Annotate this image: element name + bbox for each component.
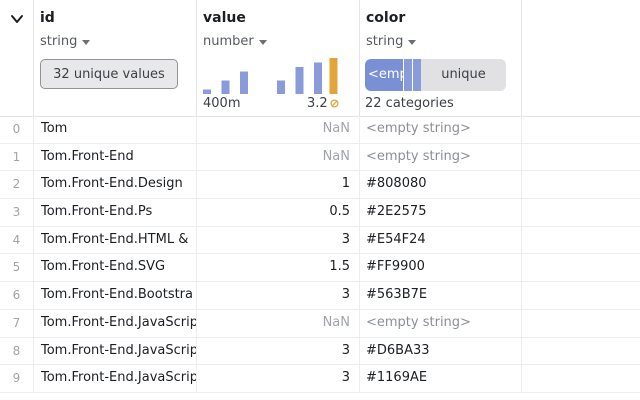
value-cell[interactable]: 1 xyxy=(197,171,360,199)
empty-cell xyxy=(522,310,640,337)
column-type-dropdown[interactable]: number xyxy=(203,34,267,49)
table-row[interactable]: 8 Tom.Front-End.JavaScrip 3 #D6BA33 xyxy=(0,337,640,366)
table-row[interactable]: 7 Tom.Front-End.JavaScrip NaN <empty string… xyxy=(0,309,640,338)
row-index-cell: 2 xyxy=(0,171,34,199)
id-cell[interactable]: Tom.Front-End.HTML & xyxy=(34,226,197,254)
histogram-bar[interactable] xyxy=(240,71,248,95)
unique-values-button[interactable]: 32 unique values xyxy=(40,59,178,89)
histogram-bar[interactable] xyxy=(329,58,338,94)
empty-cell xyxy=(522,116,640,143)
row-index-cell: 1 xyxy=(0,143,34,171)
color-cell[interactable]: <empty string> xyxy=(360,143,522,171)
column-name[interactable]: value xyxy=(203,10,246,26)
row-index-cell: 8 xyxy=(0,337,34,365)
value-histogram[interactable] xyxy=(203,56,343,94)
empty-cell xyxy=(522,171,640,198)
category-bar[interactable]: <empty string> unique xyxy=(365,59,506,91)
color-cell[interactable]: <empty string> xyxy=(360,309,522,337)
histogram-bar[interactable] xyxy=(314,62,322,95)
column-header-id[interactable]: id string 32 unique values xyxy=(34,0,197,116)
value-cell[interactable]: 0.5 xyxy=(197,199,360,226)
empty-cell xyxy=(522,365,640,392)
column-type-label: number xyxy=(203,34,254,49)
column-name[interactable]: color xyxy=(366,10,405,26)
table-row[interactable]: 4 Tom.Front-End.HTML & 3 #E54F24 xyxy=(0,226,640,255)
histogram-bar[interactable] xyxy=(203,89,211,95)
color-cell[interactable]: #E54F24 xyxy=(360,226,522,254)
column-type-label: string xyxy=(366,34,404,49)
id-cell[interactable]: Tom.Front-End.JavaScrip xyxy=(34,337,197,365)
collapse-header[interactable] xyxy=(0,0,34,116)
table-row[interactable]: 3 Tom.Front-End.Ps 0.5 #2E2575 xyxy=(0,199,640,227)
color-cell[interactable]: #1169AE xyxy=(360,365,522,392)
color-cell[interactable]: #563B7E xyxy=(360,282,522,309)
row-index-cell: 7 xyxy=(0,309,34,337)
value-cell[interactable]: NaN xyxy=(197,143,360,171)
table-row[interactable]: 6 Tom.Front-End.Bootstra 3 #563B7E xyxy=(0,282,640,310)
empty-cell xyxy=(522,227,640,254)
table-row[interactable]: 2 Tom.Front-End.Design 1 #808080 xyxy=(0,171,640,200)
caret-down-icon xyxy=(82,39,91,45)
color-cell[interactable]: <empty string> xyxy=(360,116,522,143)
table-row[interactable]: 1 Tom.Front-End NaN <empty string> xyxy=(0,143,640,172)
histogram-min-label: 400m xyxy=(203,96,241,111)
row-index-cell: 0 xyxy=(0,116,34,143)
column-header-value[interactable]: value number 400m 3.2 xyxy=(197,0,360,116)
value-cell[interactable]: 3 xyxy=(197,365,360,392)
empty-cell xyxy=(522,144,640,171)
id-cell[interactable]: Tom.Front-End.Design xyxy=(34,171,197,199)
color-cell[interactable]: #D6BA33 xyxy=(360,337,522,365)
table-header: id string 32 unique values value number … xyxy=(0,0,640,117)
value-cell[interactable]: 1.5 xyxy=(197,254,360,282)
color-cell[interactable]: #FF9900 xyxy=(360,254,522,282)
id-cell[interactable]: Tom.Front-End.Ps xyxy=(34,199,197,226)
data-table: id string 32 unique values value number … xyxy=(0,0,640,400)
value-cell[interactable]: NaN xyxy=(197,309,360,337)
id-cell[interactable]: Tom xyxy=(34,116,197,143)
column-name[interactable]: id xyxy=(40,10,55,26)
category-segment[interactable] xyxy=(412,59,421,91)
histogram-max-label: 3.2 xyxy=(307,96,328,111)
column-type-dropdown[interactable]: string xyxy=(40,34,91,49)
row-index-cell: 3 xyxy=(0,199,34,226)
value-cell[interactable]: NaN xyxy=(197,116,360,143)
empty-header-area xyxy=(522,0,640,116)
chevron-down-icon[interactable] xyxy=(10,12,24,26)
table-row[interactable]: 9 Tom.Front-End.JavaScrip 3 #1169AE xyxy=(0,365,640,393)
color-cell[interactable]: #808080 xyxy=(360,171,522,199)
empty-cell xyxy=(522,282,640,309)
caret-down-icon xyxy=(258,39,267,45)
empty-cell xyxy=(522,199,640,226)
value-cell[interactable]: 3 xyxy=(197,337,360,365)
histogram-bar[interactable] xyxy=(295,67,304,94)
row-index-cell: 4 xyxy=(0,226,34,254)
table-row[interactable]: 5 Tom.Front-End.SVG 1.5 #FF9900 xyxy=(0,254,640,283)
row-index-cell: 6 xyxy=(0,282,34,309)
row-index-cell: 9 xyxy=(0,365,34,392)
id-cell[interactable]: Tom.Front-End.Bootstra xyxy=(34,282,197,309)
id-cell[interactable]: Tom.Front-End.SVG xyxy=(34,254,197,282)
empty-cell xyxy=(522,254,640,281)
id-cell[interactable]: Tom.Front-End.JavaScrip xyxy=(34,309,197,337)
histogram-bar[interactable] xyxy=(221,80,230,95)
category-segment-top[interactable]: <empty string> xyxy=(365,59,403,91)
value-cell[interactable]: 3 xyxy=(197,282,360,309)
category-segment-unique[interactable]: unique xyxy=(421,59,506,91)
id-cell[interactable]: Tom.Front-End xyxy=(34,143,197,171)
category-segment[interactable] xyxy=(403,59,412,91)
column-type-label: string xyxy=(40,34,78,49)
value-cell[interactable]: 3 xyxy=(197,226,360,254)
row-index-cell: 5 xyxy=(0,254,34,282)
null-values-icon[interactable] xyxy=(330,99,339,108)
column-header-color[interactable]: color string <empty string> unique 22 ca… xyxy=(360,0,522,116)
table-body: 0 Tom NaN <empty string> 1 Tom.Front-End NaN <e… xyxy=(0,116,640,393)
color-cell[interactable]: #2E2575 xyxy=(360,199,522,226)
histogram-bar[interactable] xyxy=(277,80,285,95)
column-type-dropdown[interactable]: string xyxy=(366,34,417,49)
table-row[interactable]: 0 Tom NaN <empty string> xyxy=(0,116,640,144)
empty-cell xyxy=(522,338,640,365)
id-cell[interactable]: Tom.Front-End.JavaScrip xyxy=(34,365,197,392)
categories-count: 22 categories xyxy=(365,96,454,111)
caret-down-icon xyxy=(408,39,417,45)
